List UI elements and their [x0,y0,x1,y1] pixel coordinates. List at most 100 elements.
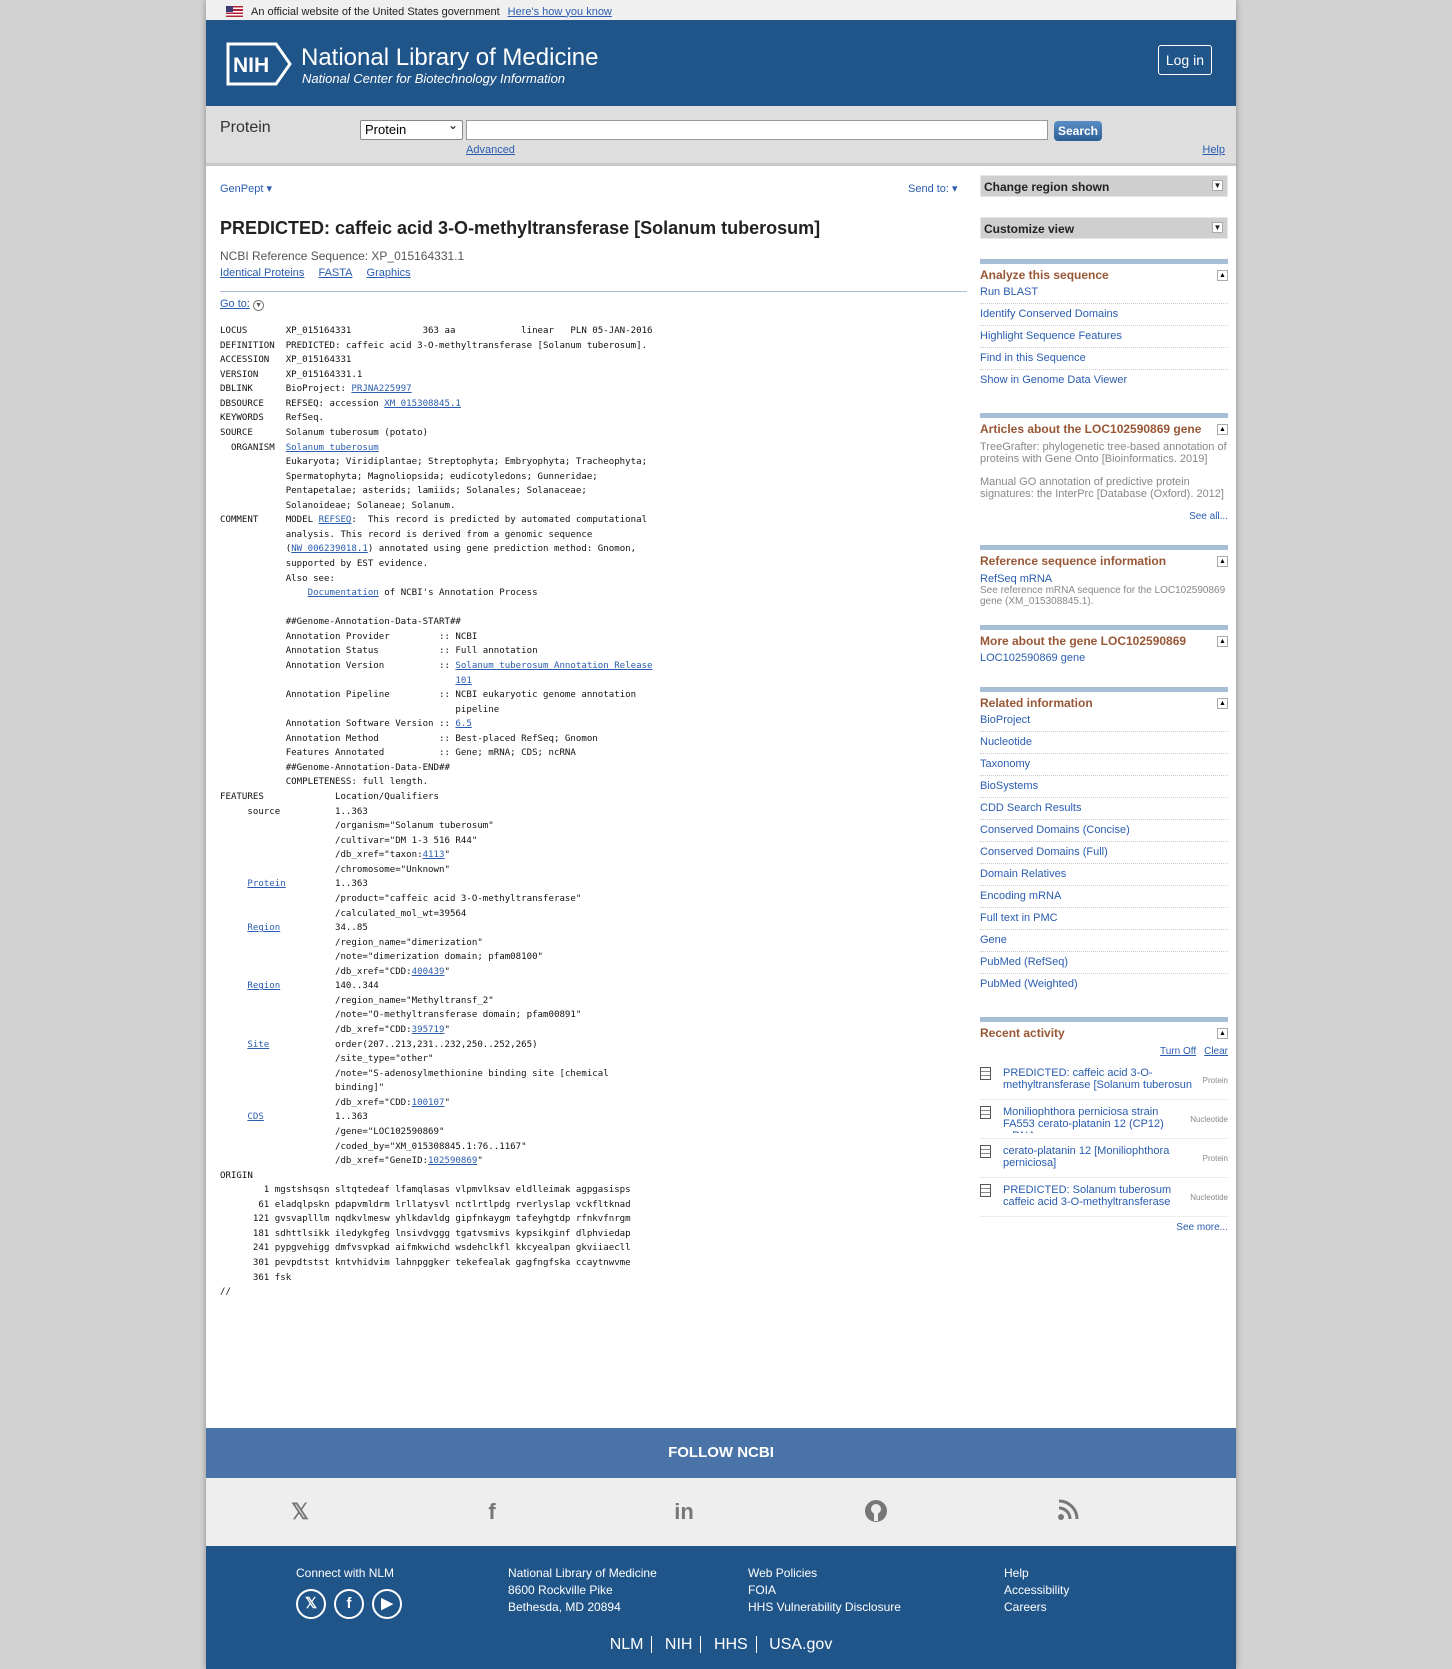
analyze-item[interactable]: Highlight Sequence Features [980,326,1228,348]
flatfile-link[interactable]: Site [247,1040,269,1050]
related-item[interactable]: Gene [980,930,1228,952]
nlm-title[interactable]: National Library of Medicine [301,44,598,72]
flatfile-link[interactable]: Documentation [308,588,379,598]
collapse-icon[interactable]: ▲ [1217,424,1228,435]
x-icon[interactable]: 𝕏 [286,1498,314,1526]
collapse-icon[interactable]: ▲ [1217,556,1228,567]
collapse-icon[interactable]: ▲ [1217,270,1228,281]
flatfile-link[interactable]: 395719 [412,1025,445,1035]
collapse-icon[interactable]: ▲ [1217,698,1228,709]
analyze-item[interactable]: Find in this Sequence [980,348,1228,370]
related-item[interactable]: Full text in PMC [980,908,1228,930]
goto-menu[interactable]: Go to: ▼ [220,298,265,311]
analyze-item[interactable]: Identify Conserved Domains [980,304,1228,326]
send-to-label[interactable]: Send to: [908,183,949,195]
flatfile-link[interactable]: XM_015308845.1 [384,399,461,409]
github-icon[interactable] [862,1498,890,1526]
recent-item-title[interactable]: cerato-platanin 12 [Moniliophthora perni… [1003,1145,1201,1172]
recent-item[interactable]: cerato-platanin 12 [Moniliophthora perni… [980,1139,1228,1178]
accessibility-link[interactable]: Accessibility [1004,1582,1069,1599]
turn-off-link[interactable]: Turn Off [1160,1046,1196,1057]
related-item[interactable]: Encoding mRNA [980,886,1228,908]
flatfile-link[interactable]: Solanum tuberosum [286,443,379,453]
flatfile-link[interactable]: REFSEQ [319,515,352,525]
related-item[interactable]: Taxonomy [980,754,1228,776]
see-more-link[interactable]: See more... [980,1217,1228,1238]
related-item[interactable]: Domain Relatives [980,864,1228,886]
identical-proteins-link[interactable]: Identical Proteins [220,267,304,279]
flatfile-link[interactable]: Region [247,923,280,933]
gene-link[interactable]: LOC102590869 gene [980,648,1228,669]
usagov-link[interactable]: USA.gov [763,1636,838,1653]
related-item[interactable]: PubMed (RefSeq) [980,952,1228,974]
related-item[interactable]: CDD Search Results [980,798,1228,820]
related-item[interactable]: Nucleotide [980,732,1228,754]
flatfile-link[interactable]: 6.5 [455,719,471,729]
collapse-icon[interactable]: ▲ [1217,636,1228,647]
article-item[interactable]: TreeGrafter: phylogenetic tree-based ann… [980,436,1228,471]
related-item[interactable]: BioSystems [980,776,1228,798]
facebook-icon[interactable]: f [478,1498,506,1526]
database-select[interactable]: Protein [360,118,463,140]
format-label[interactable]: GenPept [220,183,263,195]
login-button[interactable]: Log in [1157,45,1212,75]
advanced-search-link[interactable]: Advanced [466,144,515,156]
search-input[interactable] [466,120,1048,140]
change-region-toggle[interactable]: Change region shown ▼ [980,175,1228,197]
format-menu[interactable]: GenPept ▾ [220,182,272,195]
help-link[interactable]: Help [1202,144,1225,156]
x-icon[interactable]: 𝕏 [296,1589,326,1619]
article-item[interactable]: Manual GO annotation of predictive prote… [980,471,1228,506]
recent-item-title[interactable]: Moniliophthora perniciosa strain FA553 c… [1003,1106,1188,1133]
foia-link[interactable]: FOIA [748,1582,901,1599]
clear-link[interactable]: Clear [1204,1046,1228,1057]
nih-link[interactable]: NIH [659,1636,699,1653]
analyze-item[interactable]: Show in Genome Data Viewer [980,370,1228,391]
flatfile-link[interactable]: 102590869 [428,1156,477,1166]
graphics-link[interactable]: Graphics [367,267,411,279]
goto-label[interactable]: Go to: [220,298,250,310]
flatfile-link[interactable]: CDS [247,1112,263,1122]
hhs-link[interactable]: HHS [708,1636,754,1653]
flatfile-link[interactable]: 4113 [423,850,445,860]
flatfile-link[interactable]: Solanum tuberosum Annotation Release [455,661,652,671]
recent-item-db: Protein [1202,1154,1228,1163]
rss-icon[interactable] [1054,1498,1082,1526]
fasta-link[interactable]: FASTA [318,267,352,279]
linkedin-icon[interactable]: in [670,1498,698,1526]
analyze-item[interactable]: Run BLAST [980,282,1228,304]
address-line[interactable]: National Library of Medicine [508,1565,657,1582]
flatfile-link[interactable]: Protein [247,879,285,889]
see-all-link[interactable]: See all... [980,506,1228,527]
related-item[interactable]: Conserved Domains (Full) [980,842,1228,864]
nih-logo-icon[interactable]: NIH [226,42,292,86]
web-policies-link[interactable]: Web Policies [748,1565,901,1582]
flatfile-link[interactable]: 400439 [412,967,445,977]
nlm-link[interactable]: NLM [604,1636,650,1653]
customize-view-toggle[interactable]: Customize view ▼ [980,217,1228,239]
refseq-mrna-link[interactable]: RefSeq mRNA [980,573,1228,585]
send-to-menu[interactable]: Send to: ▾ [908,182,958,195]
recent-item[interactable]: Moniliophthora perniciosa strain FA553 c… [980,1100,1228,1139]
careers-link[interactable]: Careers [1004,1599,1069,1616]
flatfile-link[interactable]: NW_006239018.1 [291,544,368,554]
flatfile-link[interactable]: 100107 [412,1098,445,1108]
related-item[interactable]: BioProject [980,710,1228,732]
facebook-icon[interactable]: f [334,1589,364,1619]
flatfile-link[interactable]: 101 [455,676,471,686]
address-line: Bethesda, MD 20894 [508,1600,621,1614]
footer-help-link[interactable]: Help [1004,1565,1069,1582]
collapse-icon[interactable]: ▲ [1217,1028,1228,1039]
recent-item[interactable]: PREDICTED: caffeic acid 3-O-methyltransf… [980,1061,1228,1100]
related-item[interactable]: PubMed (Weighted) [980,974,1228,995]
search-button[interactable]: Search [1054,121,1102,141]
recent-item[interactable]: PREDICTED: Solanum tuberosum caffeic aci… [980,1178,1228,1217]
vulnerability-disclosure-link[interactable]: HHS Vulnerability Disclosure [748,1599,901,1616]
related-item[interactable]: Conserved Domains (Concise) [980,820,1228,842]
flatfile-link[interactable]: PRJNA225997 [351,384,411,394]
recent-item-title[interactable]: PREDICTED: Solanum tuberosum caffeic aci… [1003,1184,1188,1211]
youtube-icon[interactable]: ▶ [372,1589,402,1619]
recent-item-title[interactable]: PREDICTED: caffeic acid 3-O-methyltransf… [1003,1067,1201,1094]
flatfile-link[interactable]: Region [247,981,280,991]
heres-how-link[interactable]: Here's how you know [508,6,612,18]
